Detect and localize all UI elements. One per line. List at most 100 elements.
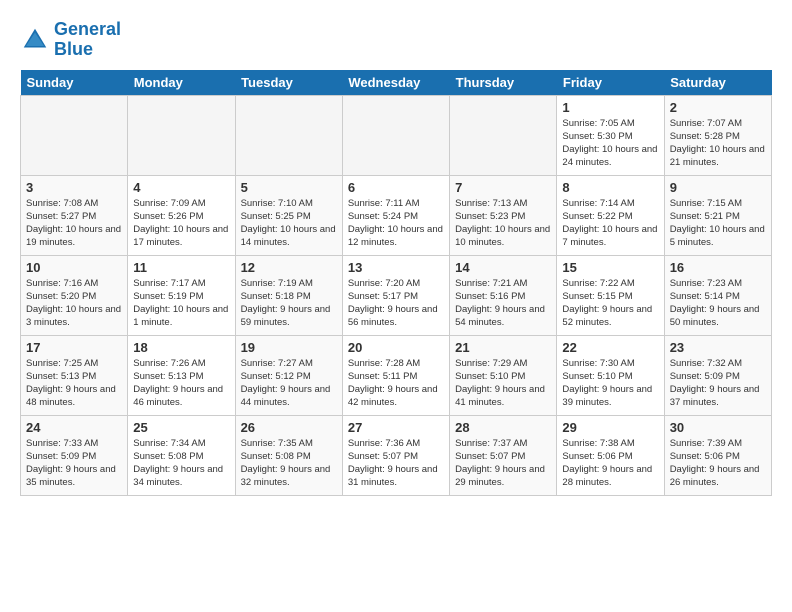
calendar-day: 8 Sunrise: 7:14 AM Sunset: 5:22 PM Daylig… — [557, 175, 664, 255]
day-number: 13 — [348, 260, 444, 275]
calendar-day: 29 Sunrise: 7:38 AM Sunset: 5:06 PM Dayli… — [557, 415, 664, 495]
day-number: 20 — [348, 340, 444, 355]
day-number: 16 — [670, 260, 766, 275]
day-info: Sunrise: 7:08 AM Sunset: 5:27 PM Dayligh… — [26, 197, 122, 250]
day-number: 28 — [455, 420, 551, 435]
calendar-day: 25 Sunrise: 7:34 AM Sunset: 5:08 PM Dayli… — [128, 415, 235, 495]
calendar-day: 10Sunrise: 7:16 AM Sunset: 5:20 PM Dayli… — [21, 255, 128, 335]
day-number: 29 — [562, 420, 658, 435]
day-info: Sunrise: 7:10 AM Sunset: 5:25 PM Dayligh… — [241, 197, 337, 250]
day-info: Sunrise: 7:38 AM Sunset: 5:06 PM Dayligh… — [562, 437, 658, 490]
day-number: 18 — [133, 340, 229, 355]
calendar-day: 17 Sunrise: 7:25 AM Sunset: 5:13 PM Dayli… — [21, 335, 128, 415]
weekday-header: Tuesday — [235, 70, 342, 96]
page-header: General Blue — [20, 20, 772, 60]
day-info: Sunrise: 7:20 AM Sunset: 5:17 PM Dayligh… — [348, 277, 444, 330]
day-number: 10 — [26, 260, 122, 275]
calendar-day — [450, 95, 557, 175]
calendar-day: 11 Sunrise: 7:17 AM Sunset: 5:19 PM Dayli… — [128, 255, 235, 335]
day-number: 8 — [562, 180, 658, 195]
calendar-day — [235, 95, 342, 175]
day-number: 5 — [241, 180, 337, 195]
day-info: Sunrise: 7:14 AM Sunset: 5:22 PM Dayligh… — [562, 197, 658, 250]
calendar-day — [21, 95, 128, 175]
calendar-day: 22 Sunrise: 7:30 AM Sunset: 5:10 PM Dayli… — [557, 335, 664, 415]
header-row: SundayMondayTuesdayWednesdayThursdayFrid… — [21, 70, 772, 96]
day-info: Sunrise: 7:39 AM Sunset: 5:06 PM Dayligh… — [670, 437, 766, 490]
day-number: 22 — [562, 340, 658, 355]
day-number: 27 — [348, 420, 444, 435]
day-info: Sunrise: 7:11 AM Sunset: 5:24 PM Dayligh… — [348, 197, 444, 250]
calendar-day: 7Sunrise: 7:13 AM Sunset: 5:23 PM Daylig… — [450, 175, 557, 255]
day-info: Sunrise: 7:21 AM Sunset: 5:16 PM Dayligh… — [455, 277, 551, 330]
day-info: Sunrise: 7:27 AM Sunset: 5:12 PM Dayligh… — [241, 357, 337, 410]
day-number: 25 — [133, 420, 229, 435]
weekday-header: Friday — [557, 70, 664, 96]
calendar-day: 12 Sunrise: 7:19 AM Sunset: 5:18 PM Dayli… — [235, 255, 342, 335]
calendar-day: 27 Sunrise: 7:36 AM Sunset: 5:07 PM Dayli… — [342, 415, 449, 495]
calendar-day: 26 Sunrise: 7:35 AM Sunset: 5:08 PM Dayli… — [235, 415, 342, 495]
calendar-day: 20 Sunrise: 7:28 AM Sunset: 5:11 PM Dayli… — [342, 335, 449, 415]
day-info: Sunrise: 7:13 AM Sunset: 5:23 PM Dayligh… — [455, 197, 551, 250]
day-number: 26 — [241, 420, 337, 435]
calendar-day: 23 Sunrise: 7:32 AM Sunset: 5:09 PM Dayli… — [664, 335, 771, 415]
logo-icon — [20, 25, 50, 55]
calendar-day: 14Sunrise: 7:21 AM Sunset: 5:16 PM Dayli… — [450, 255, 557, 335]
calendar-day: 16 Sunrise: 7:23 AM Sunset: 5:14 PM Dayli… — [664, 255, 771, 335]
calendar-day: 21Sunrise: 7:29 AM Sunset: 5:10 PM Dayli… — [450, 335, 557, 415]
day-info: Sunrise: 7:36 AM Sunset: 5:07 PM Dayligh… — [348, 437, 444, 490]
day-info: Sunrise: 7:33 AM Sunset: 5:09 PM Dayligh… — [26, 437, 122, 490]
day-number: 24 — [26, 420, 122, 435]
day-number: 6 — [348, 180, 444, 195]
day-info: Sunrise: 7:37 AM Sunset: 5:07 PM Dayligh… — [455, 437, 551, 490]
calendar-day — [128, 95, 235, 175]
day-info: Sunrise: 7:09 AM Sunset: 5:26 PM Dayligh… — [133, 197, 229, 250]
day-info: Sunrise: 7:23 AM Sunset: 5:14 PM Dayligh… — [670, 277, 766, 330]
day-info: Sunrise: 7:17 AM Sunset: 5:19 PM Dayligh… — [133, 277, 229, 330]
day-number: 23 — [670, 340, 766, 355]
day-number: 9 — [670, 180, 766, 195]
logo: General Blue — [20, 20, 121, 60]
day-number: 12 — [241, 260, 337, 275]
calendar-day: 15Sunrise: 7:22 AM Sunset: 5:15 PM Dayli… — [557, 255, 664, 335]
day-number: 2 — [670, 100, 766, 115]
calendar-body: 1 Sunrise: 7:05 AM Sunset: 5:30 PM Daylig… — [21, 95, 772, 495]
day-info: Sunrise: 7:35 AM Sunset: 5:08 PM Dayligh… — [241, 437, 337, 490]
day-info: Sunrise: 7:15 AM Sunset: 5:21 PM Dayligh… — [670, 197, 766, 250]
calendar-day: 18 Sunrise: 7:26 AM Sunset: 5:13 PM Dayli… — [128, 335, 235, 415]
day-info: Sunrise: 7:26 AM Sunset: 5:13 PM Dayligh… — [133, 357, 229, 410]
day-number: 15 — [562, 260, 658, 275]
day-number: 11 — [133, 260, 229, 275]
calendar-header: SundayMondayTuesdayWednesdayThursdayFrid… — [21, 70, 772, 96]
day-info: Sunrise: 7:30 AM Sunset: 5:10 PM Dayligh… — [562, 357, 658, 410]
calendar-week: 1 Sunrise: 7:05 AM Sunset: 5:30 PM Daylig… — [21, 95, 772, 175]
day-info: Sunrise: 7:19 AM Sunset: 5:18 PM Dayligh… — [241, 277, 337, 330]
day-number: 17 — [26, 340, 122, 355]
logo-text: General Blue — [54, 20, 121, 60]
calendar-day: 5 Sunrise: 7:10 AM Sunset: 5:25 PM Daylig… — [235, 175, 342, 255]
weekday-header: Thursday — [450, 70, 557, 96]
calendar-day: 24 Sunrise: 7:33 AM Sunset: 5:09 PM Dayli… — [21, 415, 128, 495]
day-number: 19 — [241, 340, 337, 355]
day-info: Sunrise: 7:32 AM Sunset: 5:09 PM Dayligh… — [670, 357, 766, 410]
calendar-day: 19 Sunrise: 7:27 AM Sunset: 5:12 PM Dayli… — [235, 335, 342, 415]
calendar-day: 4Sunrise: 7:09 AM Sunset: 5:26 PM Daylig… — [128, 175, 235, 255]
calendar-day: 30 Sunrise: 7:39 AM Sunset: 5:06 PM Dayli… — [664, 415, 771, 495]
calendar-week: 24 Sunrise: 7:33 AM Sunset: 5:09 PM Dayli… — [21, 415, 772, 495]
day-number: 30 — [670, 420, 766, 435]
day-info: Sunrise: 7:34 AM Sunset: 5:08 PM Dayligh… — [133, 437, 229, 490]
calendar-day: 9 Sunrise: 7:15 AM Sunset: 5:21 PM Daylig… — [664, 175, 771, 255]
weekday-header: Wednesday — [342, 70, 449, 96]
calendar-day: 6 Sunrise: 7:11 AM Sunset: 5:24 PM Daylig… — [342, 175, 449, 255]
day-number: 1 — [562, 100, 658, 115]
weekday-header: Saturday — [664, 70, 771, 96]
calendar-week: 17 Sunrise: 7:25 AM Sunset: 5:13 PM Dayli… — [21, 335, 772, 415]
calendar-week: 3Sunrise: 7:08 AM Sunset: 5:27 PM Daylig… — [21, 175, 772, 255]
day-info: Sunrise: 7:05 AM Sunset: 5:30 PM Dayligh… — [562, 117, 658, 170]
calendar-day — [342, 95, 449, 175]
calendar-day: 28 Sunrise: 7:37 AM Sunset: 5:07 PM Dayli… — [450, 415, 557, 495]
day-info: Sunrise: 7:25 AM Sunset: 5:13 PM Dayligh… — [26, 357, 122, 410]
weekday-header: Sunday — [21, 70, 128, 96]
day-info: Sunrise: 7:28 AM Sunset: 5:11 PM Dayligh… — [348, 357, 444, 410]
day-info: Sunrise: 7:07 AM Sunset: 5:28 PM Dayligh… — [670, 117, 766, 170]
